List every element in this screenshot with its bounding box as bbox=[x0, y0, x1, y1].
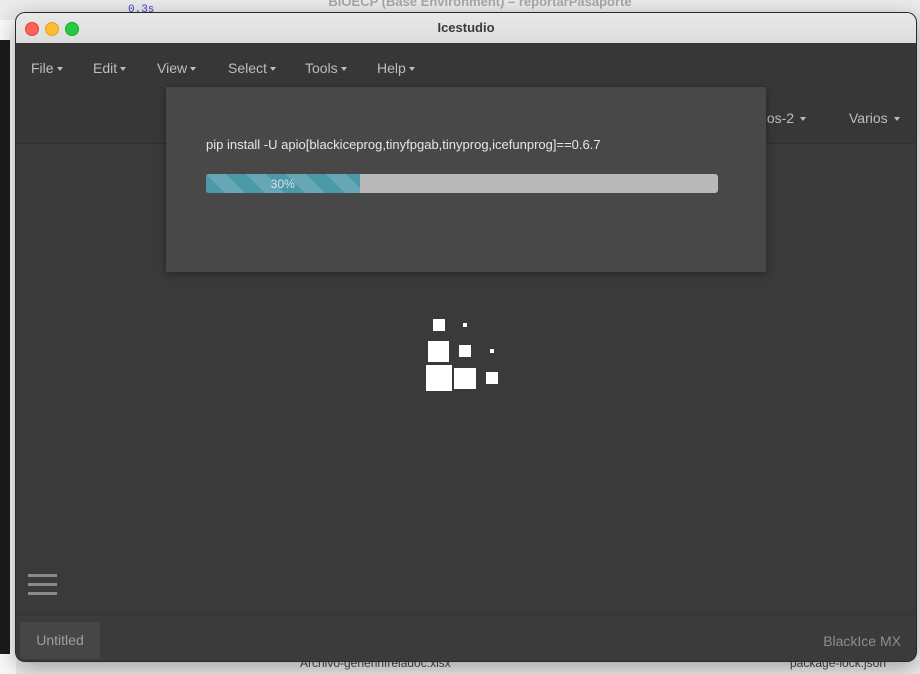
menu-edit[interactable]: Edit bbox=[93, 60, 127, 76]
menu-select-label: Select bbox=[228, 60, 267, 76]
chevron-down-icon bbox=[120, 67, 127, 72]
board-name-label[interactable]: BlackIce MX bbox=[823, 633, 901, 649]
menu-help-label: Help bbox=[377, 60, 406, 76]
menu-help[interactable]: Help bbox=[377, 60, 415, 76]
chevron-down-icon bbox=[800, 117, 807, 122]
background-window-title: BIOECP (Base Environment) – reportarPasa… bbox=[328, 0, 632, 9]
chevron-down-icon bbox=[408, 67, 415, 72]
collection-varios-label: Varios bbox=[849, 110, 888, 126]
install-progress-dialog: pip install -U apio[blackiceprog,tinyfpg… bbox=[166, 87, 766, 272]
menu-edit-label: Edit bbox=[93, 60, 118, 76]
chevron-down-icon bbox=[56, 67, 63, 72]
menu-hamburger-icon[interactable] bbox=[28, 574, 57, 601]
titlebar: Icestudio bbox=[16, 13, 916, 44]
menu-file-label: File bbox=[31, 60, 54, 76]
install-progress-bar: 30% bbox=[206, 174, 718, 193]
menu-view-label: View bbox=[157, 60, 188, 76]
tab-untitled[interactable]: Untitled bbox=[20, 622, 100, 659]
menu-bar: File Edit View Select Tools Help bbox=[16, 43, 916, 93]
chevron-down-icon bbox=[190, 67, 197, 72]
menu-file[interactable]: File bbox=[31, 60, 63, 76]
chevron-down-icon bbox=[269, 67, 276, 72]
chevron-down-icon bbox=[893, 117, 900, 122]
icestudio-window: Icestudio File Edit View Select Tools He… bbox=[16, 13, 916, 661]
menu-tools-label: Tools bbox=[305, 60, 338, 76]
install-command-text: pip install -U apio[blackiceprog,tinyfpg… bbox=[206, 137, 601, 152]
window-title: Icestudio bbox=[437, 20, 495, 35]
status-bar: Untitled BlackIce MX bbox=[16, 614, 916, 661]
chevron-down-icon bbox=[340, 67, 347, 72]
background-terminal bbox=[0, 40, 10, 654]
progress-label: 30% bbox=[270, 177, 295, 191]
menu-select[interactable]: Select bbox=[228, 60, 276, 76]
menu-view[interactable]: View bbox=[157, 60, 197, 76]
collection-varios-dropdown[interactable]: Varios bbox=[849, 110, 900, 126]
menu-tools[interactable]: Tools bbox=[305, 60, 347, 76]
